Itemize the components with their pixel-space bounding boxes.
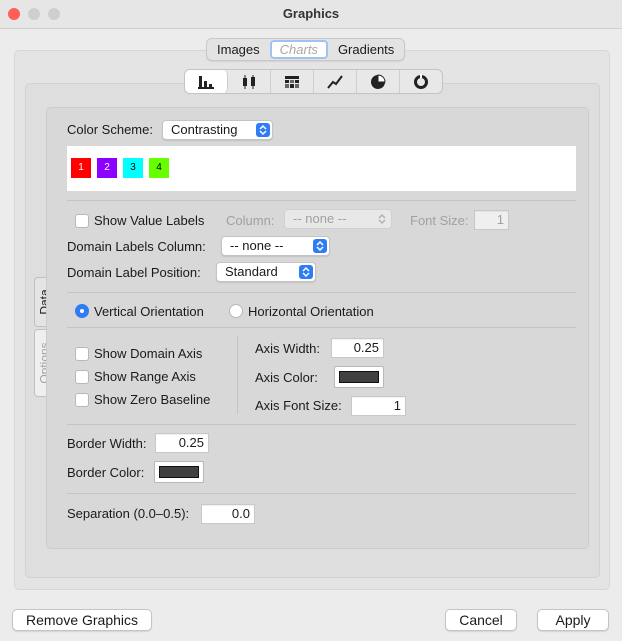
value-font-size-label: Font Size: <box>410 213 469 228</box>
title-bar: Graphics <box>0 0 622 29</box>
domain-labels-column-select[interactable]: -- none -- <box>221 236 330 256</box>
border-color-well[interactable] <box>154 461 204 483</box>
chart-type-selector <box>184 69 443 94</box>
pie-chart-button[interactable] <box>357 70 400 93</box>
axis-width-label: Axis Width: <box>255 341 321 356</box>
border-color-swatch <box>159 466 199 478</box>
pie-chart-icon <box>371 73 386 89</box>
show-value-labels-label: Show Value Labels <box>94 213 205 228</box>
vertical-orientation-radio[interactable] <box>75 304 89 318</box>
axis-font-size-field[interactable]: 1 <box>351 396 406 416</box>
line-chart-icon <box>327 74 343 89</box>
separation-field[interactable]: 0.0 <box>201 504 255 524</box>
bar-chart-button[interactable] <box>185 70 228 93</box>
axis-color-well[interactable] <box>334 366 384 388</box>
vertical-orientation-label: Vertical Orientation <box>94 304 204 319</box>
divider <box>67 493 576 494</box>
chevron-updown-icon <box>313 239 327 253</box>
value-column-select[interactable]: -- none -- <box>284 209 392 229</box>
border-width-label: Border Width: <box>67 436 147 451</box>
donut-chart-button[interactable] <box>400 70 442 93</box>
divider <box>67 200 576 201</box>
box-plot-button[interactable] <box>228 70 271 93</box>
box-plot-icon <box>243 74 255 89</box>
axis-width-field[interactable]: 0.25 <box>331 338 384 358</box>
color-scheme-label: Color Scheme: <box>67 122 153 137</box>
border-color-label: Border Color: <box>67 465 145 480</box>
domain-label-position-label: Domain Label Position: <box>67 265 201 280</box>
separation-label: Separation (0.0–0.5): <box>67 506 190 521</box>
horizontal-orientation-radio[interactable] <box>229 304 243 318</box>
vertical-divider <box>237 336 238 414</box>
show-zero-baseline-label: Show Zero Baseline <box>94 392 211 407</box>
chevron-updown-icon <box>299 265 313 279</box>
show-zero-baseline-checkbox[interactable] <box>75 393 89 407</box>
value-font-size-field[interactable]: 1 <box>474 210 509 230</box>
bar-chart-icon <box>198 75 214 89</box>
chevron-updown-icon <box>256 123 270 137</box>
chevron-updown-icon <box>375 212 389 226</box>
line-chart-button[interactable] <box>314 70 357 93</box>
color-swatch-preview <box>67 146 576 191</box>
value-column-label: Column: <box>226 213 275 228</box>
window-title: Graphics <box>282 6 340 21</box>
swatch-2[interactable]: 2 <box>97 158 117 178</box>
donut-chart-icon <box>414 73 428 89</box>
swatch-3[interactable]: 3 <box>123 158 143 178</box>
top-tab-bar: Images Charts Gradients <box>206 38 406 61</box>
show-range-axis-label: Show Range Axis <box>94 369 196 384</box>
show-domain-axis-checkbox[interactable] <box>75 347 89 361</box>
swatch-4[interactable]: 4 <box>149 158 169 178</box>
apply-button[interactable]: Apply <box>537 609 609 631</box>
divider <box>67 292 576 293</box>
table-chart-icon <box>285 75 299 88</box>
color-scheme-select[interactable]: Contrasting <box>162 120 273 140</box>
axis-color-label: Axis Color: <box>255 370 318 385</box>
horizontal-orientation-label: Horizontal Orientation <box>248 304 374 319</box>
axis-color-swatch <box>339 371 379 383</box>
remove-graphics-button[interactable]: Remove Graphics <box>12 609 152 631</box>
tab-images[interactable]: Images <box>207 39 270 60</box>
tab-gradients[interactable]: Gradients <box>328 39 404 60</box>
domain-label-position-select[interactable]: Standard <box>216 262 316 282</box>
divider <box>67 424 576 425</box>
show-range-axis-checkbox[interactable] <box>75 370 89 384</box>
swatch-1[interactable]: 1 <box>71 158 91 178</box>
show-domain-axis-label: Show Domain Axis <box>94 346 203 361</box>
show-value-labels-checkbox[interactable] <box>75 214 89 228</box>
divider <box>67 327 576 328</box>
cancel-button[interactable]: Cancel <box>445 609 517 631</box>
border-width-field[interactable]: 0.25 <box>155 433 209 453</box>
table-chart-button[interactable] <box>271 70 314 93</box>
domain-labels-column-label: Domain Labels Column: <box>67 239 206 254</box>
axis-font-size-label: Axis Font Size: <box>255 398 342 413</box>
tab-charts[interactable]: Charts <box>269 40 328 59</box>
